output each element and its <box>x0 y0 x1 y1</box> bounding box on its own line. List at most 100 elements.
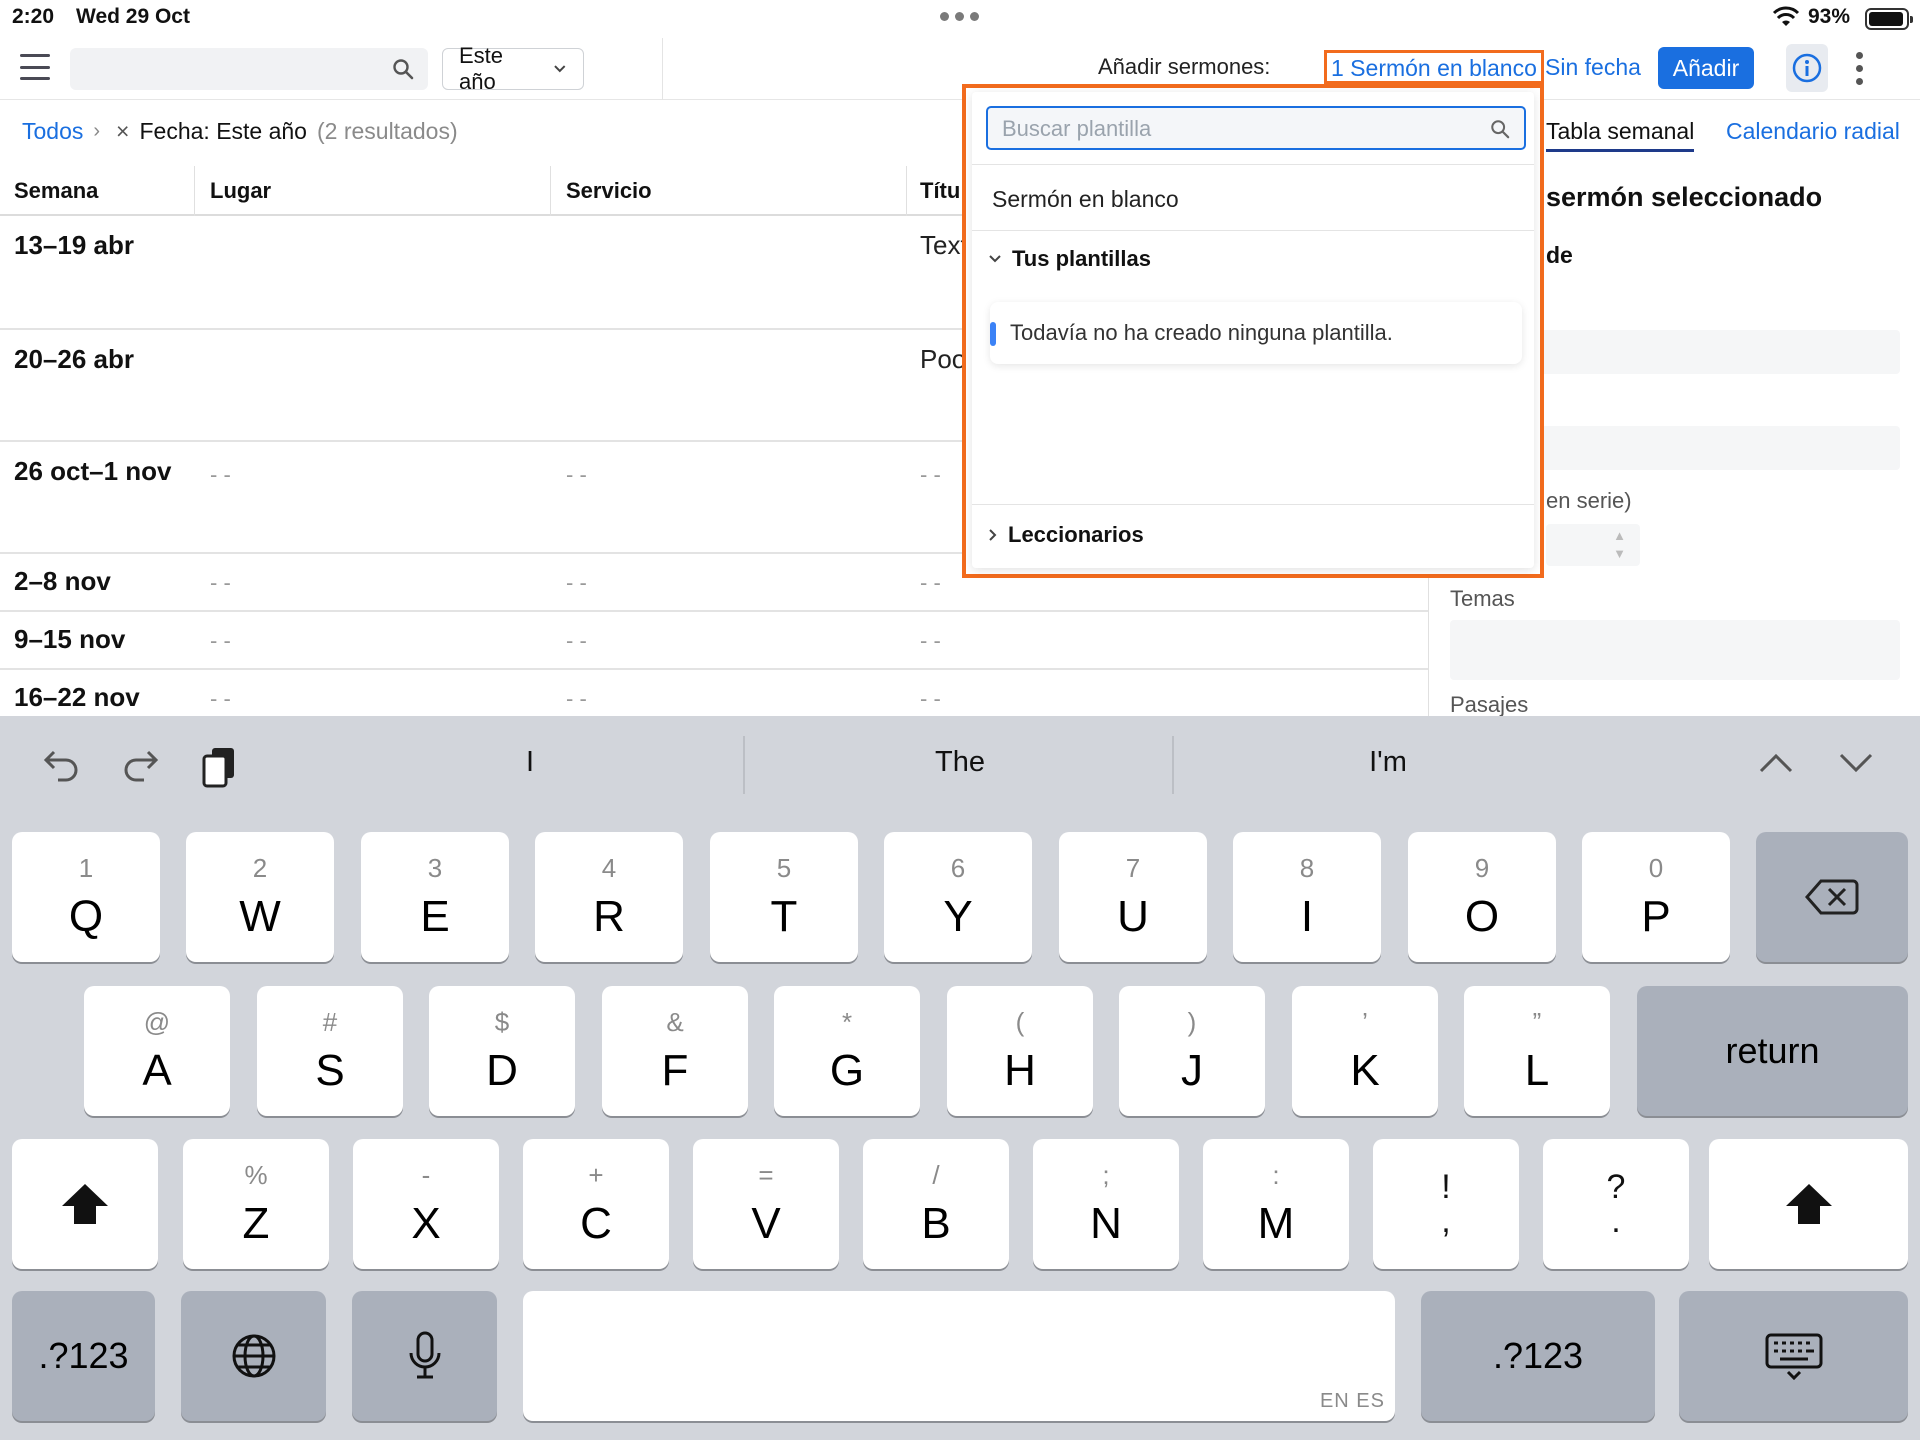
tab-weekly-table[interactable]: Tabla semanal <box>1546 118 1695 152</box>
numbers-key-right[interactable]: .?123 <box>1421 1291 1655 1421</box>
key-h[interactable]: (H <box>947 986 1093 1116</box>
key-p[interactable]: 0P <box>1582 832 1730 962</box>
key-x[interactable]: -X <box>353 1139 499 1269</box>
week-cell: 20–26 abr <box>14 344 134 374</box>
add-button[interactable]: Añadir <box>1658 47 1754 89</box>
column-header-week[interactable]: Semana <box>14 178 98 204</box>
suggestion-1[interactable]: I <box>380 746 680 779</box>
template-search-input[interactable] <box>1002 114 1472 144</box>
key-k[interactable]: ’ K <box>1292 986 1438 1116</box>
key-m[interactable]: :M <box>1203 1139 1349 1269</box>
title-cell: - - <box>920 570 941 595</box>
key-hint: ? <box>1606 1168 1626 1206</box>
key-q[interactable]: 1Q <box>12 832 160 962</box>
template-search-box[interactable] <box>986 106 1526 150</box>
chevron-up-icon[interactable] <box>1758 752 1794 774</box>
week-cell: 26 oct–1 nov <box>14 456 172 486</box>
info-button[interactable] <box>1786 44 1828 92</box>
paste-icon[interactable] <box>200 744 240 790</box>
key-i[interactable]: 8I <box>1233 832 1381 962</box>
service-cell: - - <box>566 686 587 711</box>
template-popover: Sermón en blanco Tus plantillas Todavía … <box>962 84 1544 578</box>
remove-filter-icon[interactable]: × <box>116 118 129 145</box>
backspace-key[interactable] <box>1756 832 1908 962</box>
shift-key-right[interactable] <box>1709 1139 1908 1269</box>
redo-icon[interactable] <box>120 744 162 784</box>
series-number-stepper[interactable]: ▲ ▼ <box>1546 524 1640 566</box>
dictation-key[interactable] <box>352 1291 497 1421</box>
table-row[interactable]: 16–22 nov - - - - - - <box>0 670 1428 716</box>
key-l[interactable]: ” L <box>1464 986 1610 1116</box>
tab-radial-calendar[interactable]: Calendario radial <box>1726 118 1900 145</box>
dismiss-keyboard-key[interactable] <box>1679 1291 1908 1421</box>
shift-key-left[interactable] <box>12 1139 158 1269</box>
lectionaries-label: Leccionarios <box>1008 522 1144 547</box>
key-e[interactable]: 3E <box>361 832 509 962</box>
search-input[interactable] <box>82 54 372 84</box>
status-bar: 2:20 Wed 29 Oct 93% <box>0 0 1920 36</box>
key-hint: 3 <box>427 853 443 883</box>
backspace-icon <box>1805 879 1859 915</box>
key-exclaim-comma[interactable]: !, <box>1373 1139 1519 1269</box>
suggestion-2[interactable]: The <box>810 746 1110 779</box>
week-cell: 9–15 nov <box>14 624 126 654</box>
more-options-icon[interactable] <box>1856 52 1863 85</box>
search-icon <box>1491 120 1510 139</box>
divider <box>972 164 1534 165</box>
numbers-label: .?123 <box>1492 1335 1584 1376</box>
year-select[interactable]: Este año <box>442 43 584 94</box>
key-y[interactable]: 6Y <box>884 832 1032 962</box>
key-z[interactable]: % Z <box>183 1139 329 1269</box>
key-hint: : <box>1272 1160 1280 1190</box>
return-key[interactable]: return <box>1637 986 1908 1116</box>
no-date-link[interactable]: Sin fecha <box>1545 54 1641 81</box>
battery-icon <box>1865 8 1913 30</box>
search-box[interactable] <box>70 48 428 90</box>
key-o[interactable]: 9O <box>1408 832 1556 962</box>
blank-sermon-item[interactable]: Sermón en blanco <box>992 186 1179 213</box>
chevron-down-icon[interactable] <box>1838 752 1874 774</box>
column-header-title[interactable]: Títu <box>920 178 960 204</box>
space-key[interactable]: EN ES <box>523 1291 1395 1421</box>
key-letter: F <box>661 1046 689 1095</box>
key-letter: X <box>411 1199 441 1248</box>
key-b[interactable]: / B <box>863 1139 1009 1269</box>
key-a[interactable]: @ A <box>84 986 230 1116</box>
key-letter: G <box>829 1046 865 1095</box>
menu-icon[interactable] <box>20 54 50 80</box>
toolbar-divider <box>662 38 663 100</box>
numbers-key-left[interactable]: .?123 <box>12 1291 155 1421</box>
key-s[interactable]: # S <box>257 986 403 1116</box>
service-cell: - - <box>566 462 587 487</box>
key-letter: S <box>315 1046 345 1095</box>
search-icon[interactable] <box>392 58 414 80</box>
table-row[interactable]: 9–15 nov - - - - - - <box>0 612 1428 670</box>
column-header-place[interactable]: Lugar <box>210 178 271 204</box>
key-v[interactable]: = V <box>693 1139 839 1269</box>
key-r[interactable]: 4R <box>535 832 683 962</box>
key-w[interactable]: 2W <box>186 832 334 962</box>
themes-field[interactable] <box>1450 620 1900 680</box>
key-j[interactable]: ) J <box>1119 986 1265 1116</box>
column-header-service[interactable]: Servicio <box>566 178 652 204</box>
place-cell: - - <box>210 628 231 653</box>
key-g[interactable]: * G <box>774 986 920 1116</box>
key-u[interactable]: 7U <box>1059 832 1207 962</box>
key-question-period[interactable]: ?. <box>1543 1139 1689 1269</box>
key-d[interactable]: $ D <box>429 986 575 1116</box>
your-templates-label: Tus plantillas <box>1012 246 1151 271</box>
blank-sermon-link[interactable]: 1 Sermón en blanco <box>1324 50 1544 84</box>
breadcrumb-all[interactable]: Todos <box>22 118 83 145</box>
key-t[interactable]: 5T <box>710 832 858 962</box>
lectionaries-section[interactable]: Leccionarios <box>988 522 1144 548</box>
key-n[interactable]: ; N <box>1033 1139 1179 1269</box>
your-templates-section[interactable]: Tus plantillas <box>988 246 1151 272</box>
undo-icon[interactable] <box>40 744 82 784</box>
key-c[interactable]: + C <box>523 1139 669 1269</box>
key-hint: & <box>666 1007 684 1037</box>
suggestion-3[interactable]: I'm <box>1238 746 1538 779</box>
key-f[interactable]: & F <box>602 986 748 1116</box>
globe-key[interactable] <box>181 1291 326 1421</box>
keyboard-dismiss-icon <box>1765 1333 1822 1380</box>
multitasking-dots-icon[interactable] <box>940 12 979 21</box>
